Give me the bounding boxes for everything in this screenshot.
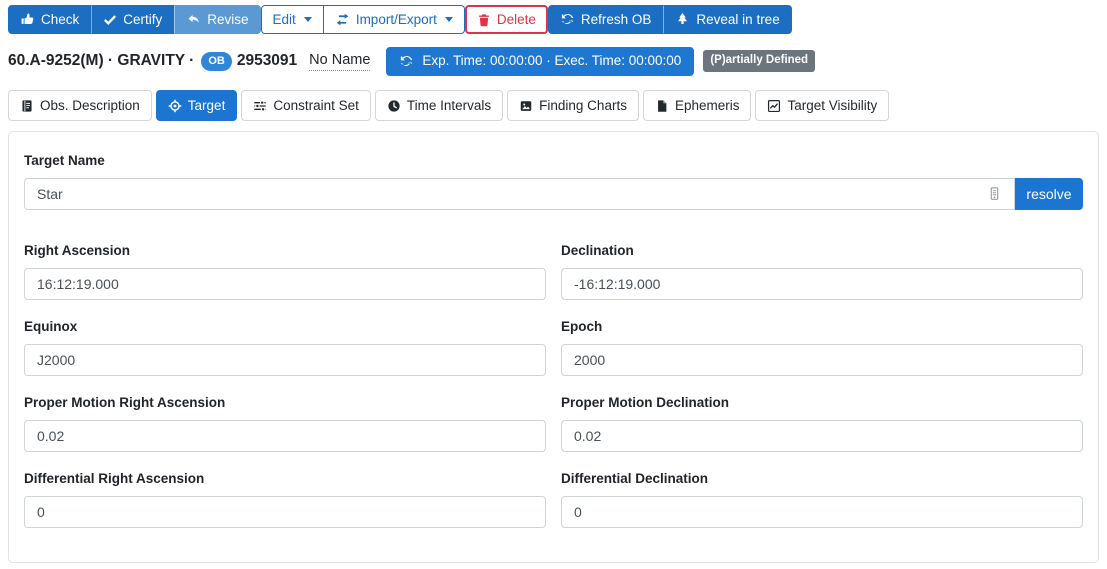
tab-ephemeris[interactable]: Ephemeris	[643, 90, 752, 121]
exec-time-label: Exp. Time: 00:00:00 · Exec. Time: 00:00:…	[422, 54, 681, 68]
field-label: Right Ascension	[24, 243, 546, 258]
delete-label: Delete	[497, 13, 536, 27]
field-label: Differential Declination	[561, 471, 1083, 486]
equinox-input[interactable]	[24, 344, 546, 376]
tab-time-intervals[interactable]: Time Intervals	[375, 90, 503, 121]
refresh-icon	[399, 54, 414, 69]
tab-target[interactable]: Target	[156, 90, 238, 121]
journal-icon	[20, 99, 34, 113]
caret-down-icon	[445, 17, 453, 22]
refresh-icon	[560, 12, 575, 27]
ob-id: 2953091	[237, 52, 297, 70]
field-label: Proper Motion Declination	[561, 395, 1083, 410]
tab-label: Time Intervals	[407, 99, 491, 113]
trash-icon	[477, 13, 491, 27]
crosshair-icon	[168, 99, 182, 113]
clock-icon	[387, 99, 401, 113]
import-export-label: Import/Export	[356, 13, 437, 27]
thumbs-up-icon	[20, 12, 35, 27]
coordinates-grid: Right Ascension Declination Equinox Epoc…	[24, 243, 1083, 528]
target-name-input[interactable]	[24, 178, 1015, 210]
field-proper-motion-ra: Proper Motion Right Ascension	[24, 395, 546, 452]
field-right-ascension: Right Ascension	[24, 243, 546, 300]
edit-label: Edit	[273, 13, 296, 27]
tab-label: Ephemeris	[675, 99, 740, 113]
check-button[interactable]: Check	[8, 5, 91, 34]
field-label: Differential Right Ascension	[24, 471, 546, 486]
refresh-button-group: Refresh OB Reveal in tree	[548, 5, 792, 34]
ob-header: 60.A-9252(M) · GRAVITY · OB 2953091 No N…	[8, 47, 1099, 75]
field-label: Proper Motion Right Ascension	[24, 395, 546, 410]
check-icon	[103, 13, 117, 27]
tab-label: Target	[188, 99, 226, 113]
arrows-left-right-icon	[335, 12, 350, 27]
epoch-input[interactable]	[561, 344, 1083, 376]
edit-dropdown-button[interactable]: Edit	[261, 5, 324, 34]
file-icon	[655, 99, 669, 113]
ob-title: 60.A-9252(M) · GRAVITY ·	[8, 52, 194, 70]
tab-label: Constraint Set	[273, 99, 359, 113]
import-export-dropdown-button[interactable]: Import/Export	[323, 5, 465, 34]
caret-down-icon	[304, 17, 312, 22]
chart-line-icon	[767, 99, 781, 113]
ob-name-editable[interactable]: No Name	[309, 52, 370, 71]
state-button-group: Check Certify Revise	[8, 5, 261, 34]
edit-button-group: Edit Import/Export	[261, 5, 465, 34]
proper-motion-dec-input[interactable]	[561, 420, 1083, 452]
revise-label: Revise	[207, 13, 248, 27]
tab-target-visibility[interactable]: Target Visibility	[755, 90, 889, 121]
datalist-icon[interactable]	[988, 186, 1001, 202]
tab-finding-charts[interactable]: Finding Charts	[507, 90, 639, 121]
field-label: Equinox	[24, 319, 546, 334]
tab-constraint-set[interactable]: Constraint Set	[241, 90, 371, 121]
ob-toolbar: Check Certify Revise Edit	[8, 5, 1099, 34]
target-name-input-group: resolve	[24, 178, 1083, 210]
image-icon	[519, 99, 533, 113]
check-label: Check	[41, 13, 79, 27]
differential-ra-input[interactable]	[24, 496, 546, 528]
delete-button[interactable]: Delete	[465, 5, 548, 34]
tab-label: Target Visibility	[787, 99, 877, 113]
field-differential-ra: Differential Right Ascension	[24, 471, 546, 528]
field-proper-motion-dec: Proper Motion Declination	[561, 395, 1083, 452]
field-label: Epoch	[561, 319, 1083, 334]
field-label: Declination	[561, 243, 1083, 258]
resolve-button[interactable]: resolve	[1015, 178, 1083, 210]
proper-motion-ra-input[interactable]	[24, 420, 546, 452]
field-declination: Declination	[561, 243, 1083, 300]
target-form-card: Target Name resolve Right Ascension Decl…	[8, 131, 1099, 563]
reveal-in-tree-button[interactable]: Reveal in tree	[663, 5, 791, 34]
tab-label: Finding Charts	[539, 99, 627, 113]
reveal-in-tree-label: Reveal in tree	[696, 13, 779, 27]
target-name-label: Target Name	[24, 153, 1083, 168]
certify-label: Certify	[123, 13, 162, 27]
right-ascension-input[interactable]	[24, 268, 546, 300]
ob-editor-page: Check Certify Revise Edit	[0, 0, 1107, 563]
differential-dec-input[interactable]	[561, 496, 1083, 528]
status-badge: (P)artially Defined	[703, 50, 815, 72]
ob-tabs: Obs. Description Target Constraint Set	[8, 90, 1099, 121]
field-differential-dec: Differential Declination	[561, 471, 1083, 528]
sliders-icon	[253, 99, 267, 113]
tab-label: Obs. Description	[40, 99, 140, 113]
refresh-ob-button[interactable]: Refresh OB	[548, 5, 664, 34]
certify-button[interactable]: Certify	[91, 5, 174, 34]
revise-button[interactable]: Revise	[174, 5, 260, 34]
field-equinox: Equinox	[24, 319, 546, 376]
exec-time-button[interactable]: Exp. Time: 00:00:00 · Exec. Time: 00:00:…	[386, 47, 694, 76]
reply-arrow-icon	[186, 12, 201, 27]
refresh-ob-label: Refresh OB	[581, 13, 652, 27]
ob-type-badge: OB	[201, 52, 232, 71]
tab-obs-description[interactable]: Obs. Description	[8, 90, 152, 121]
tree-icon	[675, 12, 690, 27]
declination-input[interactable]	[561, 268, 1083, 300]
field-epoch: Epoch	[561, 319, 1083, 376]
